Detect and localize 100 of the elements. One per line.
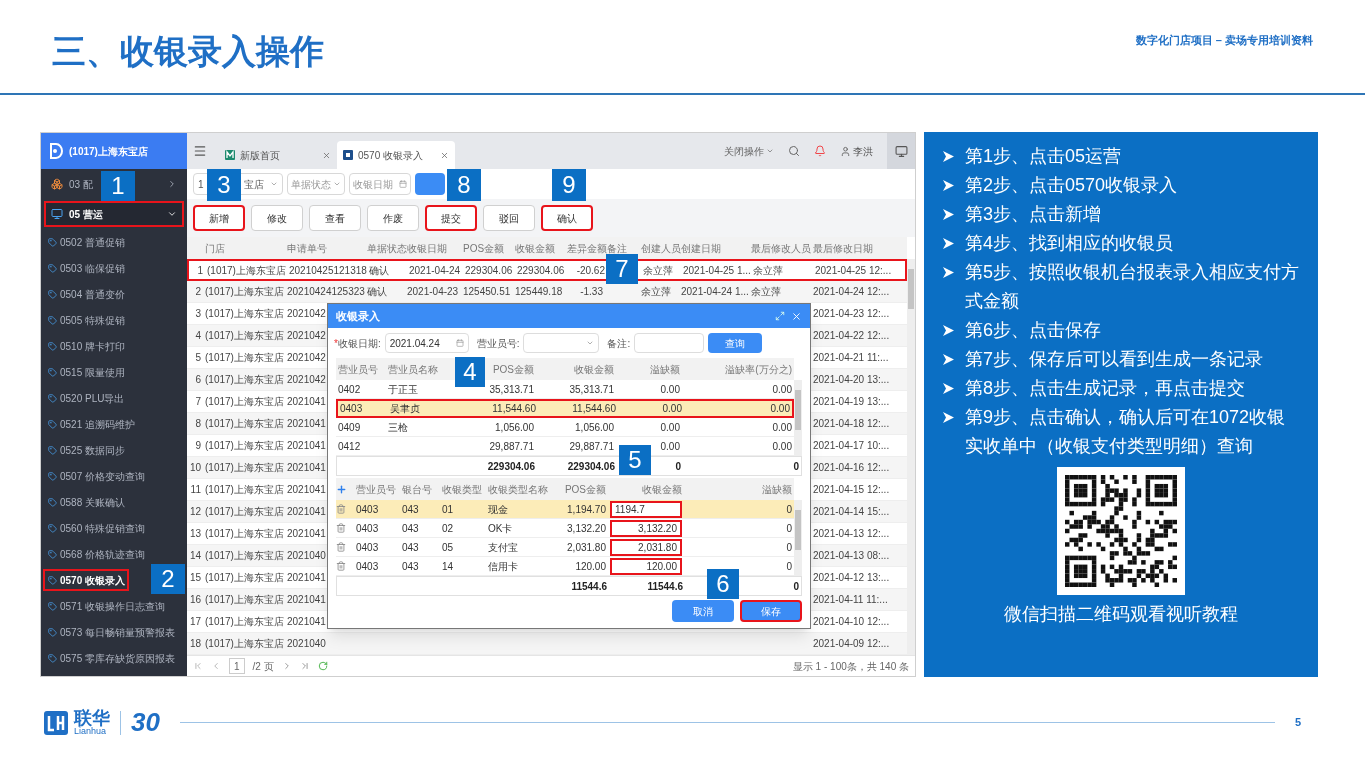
close-icon[interactable] (440, 150, 449, 160)
anniversary-mark: 30 (131, 706, 160, 739)
caret-icon (333, 180, 341, 188)
column-header[interactable]: POS金额 (461, 240, 507, 256)
record-summary: 显示 1 - 100条，共 140 条 (792, 659, 909, 674)
column-header[interactable]: 营业员名称 (386, 361, 440, 377)
amount-cell[interactable]: 3,132.20 (610, 519, 682, 537)
table-row[interactable]: 0403 043 05 支付宝 2,031.80 2,031.80 0 (336, 538, 794, 557)
toolbar-button[interactable]: 作废 (367, 205, 419, 231)
amount-input[interactable]: 1194.7 (610, 500, 682, 518)
sidebar-item[interactable]: 0560 特殊促销查询 (43, 517, 150, 539)
last-page-icon[interactable] (299, 661, 310, 671)
column-header[interactable]: 申请单号 (285, 240, 329, 256)
sidebar-item[interactable]: 0505 特殊促销 (43, 309, 130, 331)
column-header[interactable]: 门店 (203, 240, 227, 256)
table-row[interactable]: 0403 043 02 OK卡 3,132.20 3,132.20 0 (336, 519, 794, 538)
tag-icon (48, 263, 57, 273)
column-header[interactable]: 最后修改日期 (811, 240, 875, 256)
sidebar-item[interactable]: 0570 收银录入 (43, 569, 130, 591)
date-field[interactable]: 2021.04.24 (384, 333, 469, 353)
sidebar-item[interactable]: 0588 关账确认 (43, 491, 130, 513)
table-cell-text: (1017)上海东宝店 (204, 615, 285, 629)
column-header[interactable]: 收银金额 (640, 481, 684, 497)
refresh-icon[interactable] (317, 661, 328, 671)
scrollbar[interactable] (907, 259, 915, 655)
amount-cell[interactable]: 2,031.80 (610, 538, 682, 556)
sidebar-item[interactable]: 0510 牌卡打印 (43, 335, 130, 357)
toolbar-button[interactable]: 提交 (425, 205, 477, 231)
column-header[interactable]: 营业员号 (354, 481, 398, 497)
table-row[interactable]: 18 (1017)上海东宝店 2021040 2021-04-09 12:... (187, 633, 907, 655)
column-header[interactable]: POS金额 (490, 361, 536, 377)
sidebar-item[interactable]: 0502 普通促销 (43, 231, 130, 253)
close-icon[interactable] (791, 310, 802, 322)
table-row[interactable]: 0403 吴聿贞 11,544.60 11,544.60 0.00 0.00 (336, 399, 794, 418)
sidebar-item[interactable]: 0521 追溯码维护 (43, 413, 140, 435)
table-cell-text: 0402 (337, 382, 362, 397)
tab[interactable]: 0570 收银录入 (337, 141, 455, 169)
sidebar-item[interactable]: 0515 限量使用 (43, 361, 130, 383)
sidebar-item[interactable]: 0571 收银操作日志查询 (43, 595, 170, 617)
column-header[interactable]: 银台号 (400, 481, 434, 497)
sidebar-item[interactable]: 0575 零库存缺货原因报表 (43, 647, 180, 669)
maximize-icon[interactable] (775, 311, 785, 321)
tab[interactable]: 新版首页 (219, 141, 337, 169)
table-cell-text: 信用卡 (487, 559, 519, 574)
trash-icon[interactable] (336, 542, 346, 552)
close-icon[interactable] (322, 150, 331, 160)
sidebar-item[interactable]: 0568 价格轨迹查询 (43, 543, 150, 565)
column-header[interactable]: 收银金额 (572, 361, 616, 377)
toolbar-button[interactable]: 确认 (541, 205, 593, 231)
column-header[interactable]: 溢缺额 (648, 361, 682, 377)
sidebar-item[interactable]: 0525 数据同步 (43, 439, 130, 461)
page-input[interactable]: 1 (229, 658, 245, 674)
add-icon[interactable] (336, 483, 347, 495)
trash-icon[interactable] (336, 561, 346, 571)
column-header[interactable]: 收银金额 (513, 240, 557, 256)
toolbar-button[interactable]: 驳回 (483, 205, 535, 231)
toolbar-button[interactable]: 新增 (193, 205, 245, 231)
user-menu[interactable]: 李洪 (840, 143, 873, 159)
table-cell-text: (1017)上海东宝店 (204, 373, 285, 387)
sidebar-item[interactable]: 0520 PLU导出 (43, 387, 129, 409)
table-row[interactable]: 0403 043 01 现金 1,194.70 1194.7 0 (336, 500, 794, 519)
column-header[interactable]: 溢缺率(万分之) (723, 361, 794, 377)
sidebar-item[interactable]: 0503 临保促销 (43, 257, 130, 279)
column-header[interactable]: 收银类型名称 (486, 481, 550, 497)
toolbar-button[interactable]: 查看 (309, 205, 361, 231)
previous-page-icon[interactable] (211, 661, 221, 671)
sidebar-item[interactable]: 0573 每日畅销量预警报表 (43, 621, 180, 643)
toolbar-button[interactable]: 修改 (251, 205, 303, 231)
tag-icon (48, 653, 57, 663)
table-cell-text: 043 (401, 540, 420, 555)
slide-title: 三、收银录入操作 (52, 31, 324, 72)
scrollbar[interactable] (794, 500, 802, 576)
menu-group-label[interactable]: 03 配 (69, 176, 93, 192)
amount-cell[interactable]: 120.00 (610, 557, 682, 575)
bell-icon[interactable] (814, 145, 826, 157)
trash-icon[interactable] (336, 504, 346, 514)
column-header[interactable]: 营业员号 (336, 361, 380, 377)
column-header[interactable]: 最后修改人员 (749, 240, 813, 256)
column-header[interactable]: POS金额 (562, 481, 608, 497)
column-header[interactable]: 收银类型 (440, 481, 484, 497)
first-page-icon[interactable] (193, 661, 203, 671)
trash-icon[interactable] (336, 523, 346, 533)
table-row[interactable]: 2 (1017)上海东宝店 20210424125323 确认 2021-04-23 125450.51 125449.18 -1.33 余立萍 2021-04-24 1... 余立萍 2021-04-24 12:... (187, 281, 907, 303)
menu-group[interactable]: 05 营运 (44, 201, 184, 227)
scrollbar[interactable] (794, 380, 802, 456)
column-header[interactable]: 溢缺额 (760, 481, 794, 497)
table-cell-text: 0403 (355, 502, 380, 517)
table-row[interactable]: 0403 043 14 信用卡 120.00 120.00 0 (336, 557, 794, 576)
close-operations-menu[interactable]: 关闭操作 (724, 143, 774, 159)
tag-icon (48, 471, 57, 481)
menu-group-label[interactable]: 05 营运 (69, 206, 103, 222)
menu-icon[interactable] (193, 144, 207, 158)
search-icon[interactable] (788, 145, 800, 157)
screen-button[interactable] (887, 133, 915, 169)
table-cell-text: 0.00 (659, 420, 681, 435)
table-cell-text: 15 (188, 571, 202, 585)
table-cell-text: 2021042 (286, 351, 327, 365)
sidebar-item[interactable]: 0504 普通变价 (43, 283, 130, 305)
sidebar-item[interactable]: 0507 价格变动查询 (43, 465, 150, 487)
note-field[interactable] (634, 333, 705, 353)
